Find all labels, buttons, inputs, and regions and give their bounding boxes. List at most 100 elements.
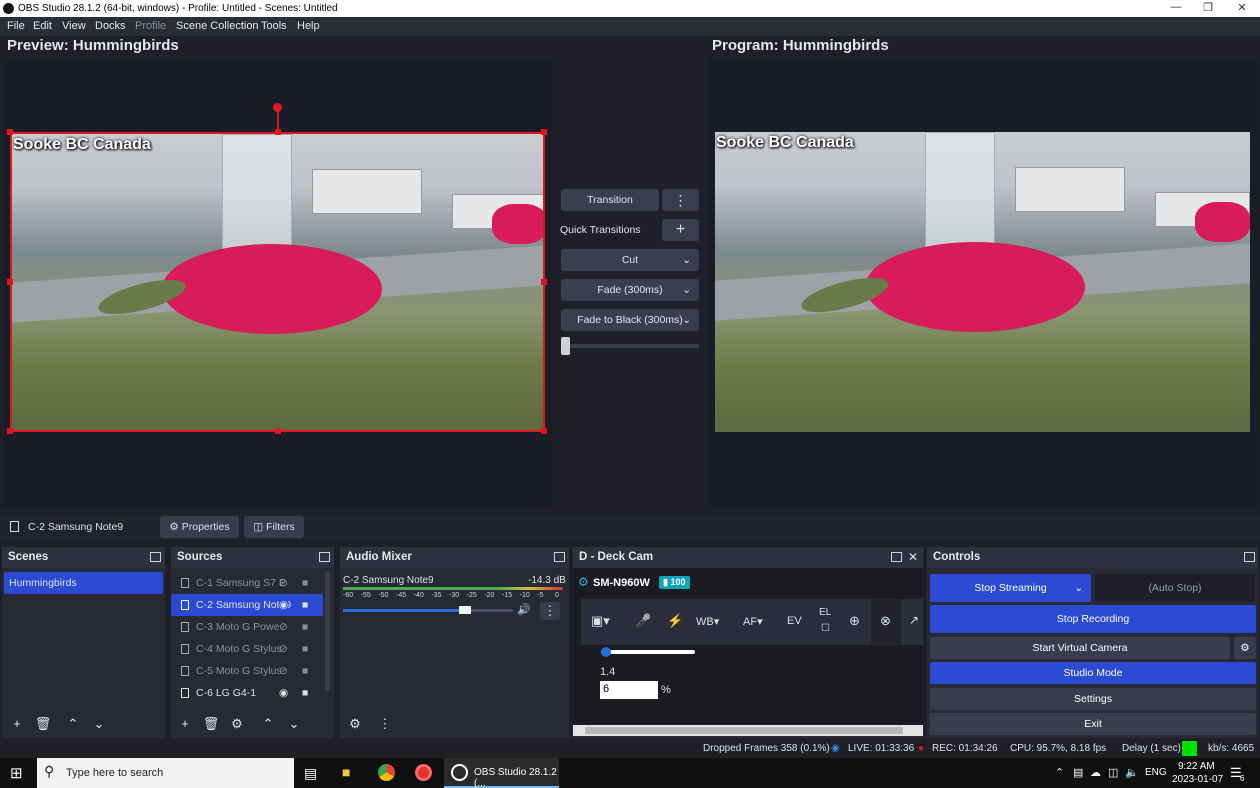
resize-handle[interactable] xyxy=(541,129,547,135)
mixer-settings-icon[interactable]: ⚙ xyxy=(345,715,365,733)
af-button[interactable]: AF▾ xyxy=(743,615,763,628)
eye-icon[interactable]: ◉ xyxy=(279,594,289,616)
trash-icon[interactable]: 🗑 xyxy=(201,715,221,733)
zoom-icon[interactable]: ⊕ xyxy=(849,613,860,629)
restore-icon[interactable]: ❐ xyxy=(1196,1,1220,16)
stop-recording-button[interactable]: Stop Recording xyxy=(930,605,1256,633)
undock-icon[interactable] xyxy=(150,552,161,562)
preview-canvas[interactable]: Sooke BC Canada xyxy=(2,58,552,508)
close-icon[interactable]: ✕ xyxy=(1230,1,1254,16)
chevron-up-icon[interactable]: ⌃ xyxy=(63,715,83,733)
menu-view[interactable]: View xyxy=(62,20,86,32)
transition-fade-button[interactable]: Fade (300ms) ⌄ xyxy=(561,279,699,301)
minimize-icon[interactable]: — xyxy=(1164,1,1188,16)
trash-icon[interactable]: 🗑 xyxy=(33,715,53,733)
scrollbar-thumb[interactable] xyxy=(585,727,903,734)
source-item[interactable]: C-3 Moto G Powe ⊘ ■ xyxy=(171,616,323,638)
source-item[interactable]: C-6 LG G4-1 ◉ ■ xyxy=(171,682,323,704)
chevron-down-icon[interactable]: ⌄ xyxy=(284,715,304,733)
ev-button[interactable]: EV xyxy=(787,615,802,627)
menu-scene-collection[interactable]: Scene Collection xyxy=(176,20,259,32)
gear-icon[interactable]: ⚙ xyxy=(578,575,589,589)
volume-icon[interactable]: 🔈 xyxy=(1125,766,1139,779)
chrome-icon[interactable] xyxy=(378,764,395,781)
source-item[interactable]: C-5 Moto G Stylus ⊘ ■ xyxy=(171,660,323,682)
undock-icon[interactable] xyxy=(554,552,565,562)
studio-mode-button[interactable]: Studio Mode xyxy=(930,662,1256,684)
speaker-icon[interactable]: 🔊 xyxy=(517,603,531,616)
search-box[interactable]: ⚲ Type here to search xyxy=(37,758,294,788)
task-view-icon[interactable]: ▤ xyxy=(304,765,317,782)
volume-knob[interactable] xyxy=(459,606,472,614)
lock-icon[interactable]: ■ xyxy=(302,572,308,594)
clock-date[interactable]: 2023-01-07 xyxy=(1172,774,1223,785)
source-item[interactable]: C-1 Samsung S7 E ⊘ ■ xyxy=(171,572,323,594)
lock-icon[interactable]: ■ xyxy=(302,616,308,638)
percent-input[interactable]: 6 xyxy=(600,681,658,699)
tbar-track[interactable] xyxy=(561,344,699,348)
add-transition-icon[interactable]: + xyxy=(662,219,699,241)
mixer-more-icon[interactable]: ⋮ xyxy=(375,715,395,733)
menu-tools[interactable]: Tools xyxy=(261,20,287,32)
windows-start-icon[interactable]: ⊞ xyxy=(10,764,23,782)
sources-scrollbar[interactable] xyxy=(325,571,330,691)
resize-handle[interactable] xyxy=(541,279,547,285)
undock-icon[interactable] xyxy=(1244,552,1255,562)
language-indicator[interactable]: ENG xyxy=(1145,767,1167,778)
resize-handle[interactable] xyxy=(7,428,13,434)
lock-icon[interactable]: ■ xyxy=(302,660,308,682)
camera-icon[interactable]: ▣▾ xyxy=(591,613,610,629)
cancel-icon[interactable]: ⊗ xyxy=(880,613,891,629)
preview-source-image[interactable]: Sooke BC Canada xyxy=(10,132,545,432)
tray-chevron-icon[interactable]: ⌃ xyxy=(1055,766,1064,779)
menu-profile[interactable]: Profile xyxy=(135,20,166,32)
gear-icon[interactable]: ⚙ xyxy=(227,715,247,733)
gear-icon[interactable]: ⚙ xyxy=(1234,637,1256,659)
transition-cut-button[interactable]: Cut ⌄ xyxy=(561,249,699,271)
filters-button[interactable]: ◫ Filters xyxy=(244,516,304,538)
eye-off-icon[interactable]: ⊘ xyxy=(279,616,288,638)
start-virtual-camera-button[interactable]: Start Virtual Camera xyxy=(930,637,1230,659)
transition-fade-black-button[interactable]: Fade to Black (300ms) ⌄ xyxy=(561,309,699,331)
microphone-icon[interactable]: 🎤 xyxy=(635,613,651,629)
flash-icon[interactable]: ⚡ xyxy=(667,613,683,629)
add-icon[interactable]: + xyxy=(7,715,27,733)
rotation-handle[interactable] xyxy=(273,103,282,112)
eye-off-icon[interactable]: ⊘ xyxy=(279,638,288,660)
tray-app-icon[interactable]: ▤ xyxy=(1073,766,1083,779)
menu-docks[interactable]: Docks xyxy=(95,20,126,32)
horizontal-scrollbar[interactable] xyxy=(573,725,923,736)
chevron-up-icon[interactable]: ⌃ xyxy=(258,715,278,733)
external-icon[interactable]: ↗ xyxy=(909,613,919,627)
mixer-menu-icon[interactable]: ⋮ xyxy=(540,602,560,620)
app-icon[interactable] xyxy=(415,764,432,781)
clock-time[interactable]: 9:22 AM xyxy=(1178,761,1215,772)
scene-item[interactable]: Hummingbirds xyxy=(4,572,163,594)
zoom-slider[interactable] xyxy=(601,650,695,654)
close-dock-icon[interactable]: ✕ xyxy=(908,550,918,564)
resize-handle[interactable] xyxy=(7,129,13,135)
add-icon[interactable]: + xyxy=(175,715,195,733)
volume-track[interactable] xyxy=(343,609,513,612)
lock-icon[interactable]: ■ xyxy=(302,682,308,704)
auto-stop-button[interactable]: (Auto Stop) xyxy=(1095,574,1255,602)
menu-file[interactable]: File xyxy=(7,20,25,32)
lock-icon[interactable]: ■ xyxy=(302,638,308,660)
resize-handle[interactable] xyxy=(275,428,281,434)
eye-icon[interactable]: ◉ xyxy=(279,682,288,704)
lock-icon[interactable]: ■ xyxy=(302,594,308,616)
settings-button[interactable]: Settings xyxy=(930,688,1256,710)
source-item[interactable]: C-4 Moto G Stylus ⊘ ■ xyxy=(171,638,323,660)
exit-button[interactable]: Exit xyxy=(930,713,1256,735)
obs-task-button[interactable]: OBS Studio 28.1.2 (... xyxy=(444,758,559,788)
resize-handle[interactable] xyxy=(541,428,547,434)
undock-icon[interactable] xyxy=(319,552,330,562)
network-icon[interactable]: ◫ xyxy=(1108,766,1118,779)
properties-button[interactable]: ⚙ Properties xyxy=(160,516,239,538)
resize-handle[interactable] xyxy=(7,279,13,285)
el-button[interactable]: EL xyxy=(819,607,831,618)
zoom-slider-knob[interactable] xyxy=(601,647,611,657)
transition-button[interactable]: Transition xyxy=(561,189,659,211)
menu-help[interactable]: Help xyxy=(297,20,320,32)
undock-icon[interactable] xyxy=(891,552,902,562)
